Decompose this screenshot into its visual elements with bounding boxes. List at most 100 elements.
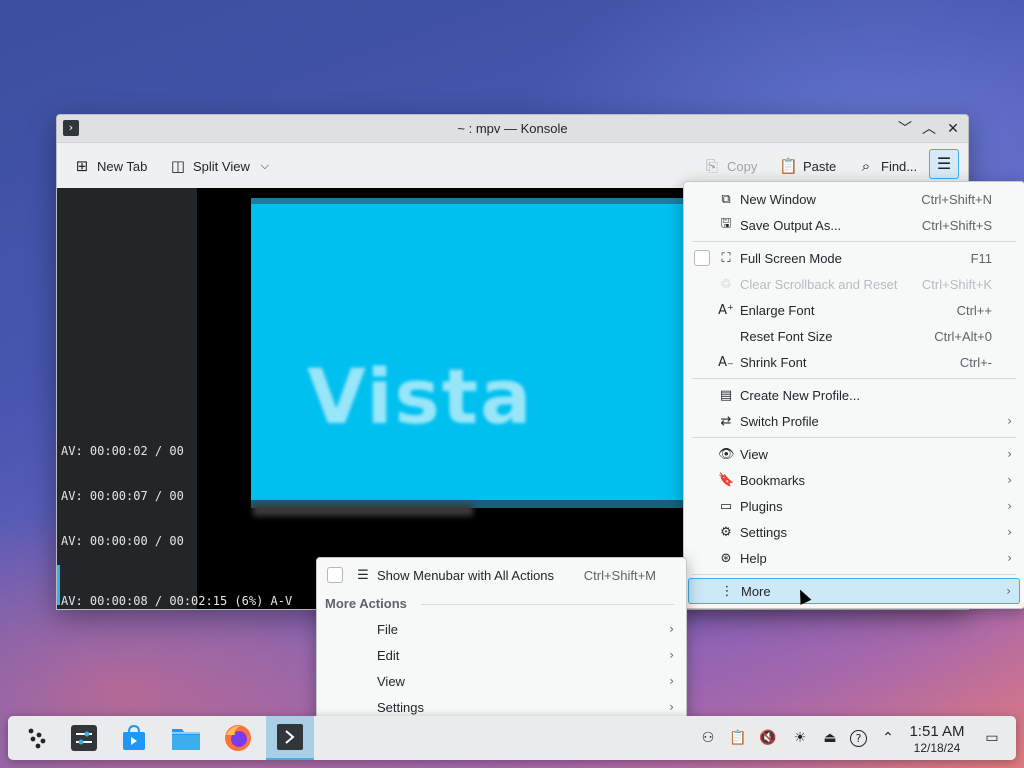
settings-icon: ⚙ [720,524,732,540]
menu-separator [692,241,1016,242]
menu-item-reset-font-size[interactable]: Reset Font Size Ctrl+Alt+0 [688,323,1020,349]
menu-item-help[interactable]: ⊛ Help › [688,545,1020,571]
menu-item-clear-scrollback: ♲ Clear Scrollback and Reset Ctrl+Shift+… [688,271,1020,297]
find-button[interactable]: ⌕ Find... [857,155,917,177]
menu-item-view[interactable]: 👁 View › [688,441,1020,467]
app-launcher-button[interactable] [14,716,58,760]
new-tab-button[interactable]: ⊞ New Tab [73,155,148,177]
submenu-item-view[interactable]: View › [321,668,682,694]
konsole-task-button[interactable] [266,716,314,760]
title-bar[interactable]: › ~ : mpv — Konsole ﹀ ︿ ✕ [57,115,968,143]
menu-item-more[interactable]: ⋮ More › [688,578,1020,604]
firefox-button[interactable] [216,716,260,760]
chevron-down-icon[interactable]: ⌵ [256,159,274,173]
more-vertical-icon: ⋮ [720,583,734,599]
menu-item-label: Enlarge Font [740,302,815,318]
find-label: Find... [881,158,918,174]
clear-icon: ♲ [720,276,732,292]
menu-item-shortcut: Ctrl+Shift+S [921,217,992,233]
menu-item-settings[interactable]: ⚙ Settings › [688,519,1020,545]
konsole-icon [277,724,303,750]
menu-item-label: Plugins [740,498,783,514]
split-view-label: Split View [193,158,250,174]
menu-item-label: Reset Font Size [740,328,833,344]
chevron-right-icon: › [669,622,674,636]
enlarge-font-icon: A⁺ [718,302,734,318]
hamburger-menu-button[interactable]: ☰ [929,149,959,179]
menu-item-full-screen[interactable]: ⛶ Full Screen Mode F11 [688,245,1020,271]
clipboard-icon[interactable]: 📋 [728,728,748,748]
minimize-button[interactable]: ﹀ [895,119,915,139]
help-icon: ⊛ [720,550,732,566]
menu-separator [692,437,1016,438]
menubar-icon: ☰ [357,567,369,583]
discover-button[interactable] [112,716,156,760]
clock-date[interactable]: 12/18/24 [904,741,970,755]
brightness-icon[interactable]: ☀ [790,728,810,748]
menu-item-label: Save Output As... [740,217,842,233]
menu-item-switch-profile[interactable]: ⇄ Switch Profile › [688,408,1020,434]
chevron-right-icon: › [1007,414,1012,428]
menu-item-label: Settings [740,524,787,540]
menu-item-enlarge-font[interactable]: A⁺ Enlarge Font Ctrl++ [688,297,1020,323]
more-submenu: ☰ Show Menubar with All Actions Ctrl+Shi… [316,557,687,723]
volume-muted-icon[interactable]: 🔇 [758,728,778,748]
chevron-right-icon: › [1007,551,1012,565]
chevron-right-icon: › [1007,525,1012,539]
submenu-item-edit[interactable]: Edit › [321,642,682,668]
chevron-right-icon: › [669,674,674,688]
show-menubar-checkbox[interactable] [327,567,343,583]
terminal-line: AV: 00:00:02 / 00 [61,444,184,458]
close-button[interactable]: ✕ [943,119,963,139]
menu-item-shortcut: Ctrl++ [956,302,992,318]
terminal-cursor [57,565,60,605]
discover-icon [123,724,145,750]
network-icon[interactable]: ⚇ [698,728,718,748]
paste-button[interactable]: 📋 Paste [779,155,836,177]
usb-device-icon[interactable]: ⏏ [820,728,840,748]
file-manager-button[interactable] [164,716,208,760]
menu-item-label: Edit [377,647,400,663]
copy-button[interactable]: ⎘ Copy [703,155,757,177]
menu-item-new-window[interactable]: ⧉ New Window Ctrl+Shift+N [688,186,1020,212]
split-view-button[interactable]: ◫ Split View ⌵ [169,155,274,177]
menu-item-create-profile[interactable]: ▤ Create New Profile... [688,382,1020,408]
menu-item-label: Switch Profile [740,413,819,429]
chevron-right-icon: › [669,648,674,662]
help-icon[interactable]: ? [850,730,867,747]
terminal-line: AV: 00:00:08 / 00:02:15 (6%) A-V [61,594,293,608]
menu-item-label: Clear Scrollback and Reset [740,276,898,292]
window-title: ~ : mpv — Konsole [457,121,568,136]
clock-time[interactable]: 1:51 AM [904,723,970,740]
menu-item-shortcut: Ctrl+Shift+N [921,191,992,207]
terminal-line: AV: 00:00:07 / 00 [61,489,184,503]
chevron-right-icon: › [1007,447,1012,461]
menu-item-plugins[interactable]: ▭ Plugins › [688,493,1020,519]
terminal-line: AV: 00:00:00 / 00 [61,534,184,548]
menu-item-label: View [377,673,405,689]
menu-item-save-output[interactable]: 🖫 Save Output As... Ctrl+Shift+S [688,212,1020,238]
taskbar: ⚇ 📋 🔇 ☀ ⏏ ? ⌃ 1:51 AM 12/18/24 ▭ [8,716,1016,760]
submenu-item-file[interactable]: File › [321,616,682,642]
split-view-icon: ◫ [170,157,186,175]
menu-item-label: Shrink Font [740,354,807,370]
show-desktop-icon[interactable]: ▭ [982,728,1002,748]
video-text: Vista [307,352,534,441]
menu-item-label: Create New Profile... [740,387,860,403]
chevron-up-icon[interactable]: ⌃ [878,728,898,748]
maximize-button[interactable]: ︿ [919,119,939,139]
firefox-icon [225,725,251,751]
eye-icon: 👁 [718,446,735,462]
menu-item-shrink-font[interactable]: A₋ Shrink Font Ctrl+- [688,349,1020,375]
full-screen-checkbox[interactable] [694,250,710,266]
menu-item-shortcut: Ctrl+- [959,354,992,370]
new-tab-label: New Tab [97,158,148,174]
hamburger-icon: ☰ [936,154,952,173]
menu-item-show-menubar[interactable]: ☰ Show Menubar with All Actions Ctrl+Shi… [321,562,682,588]
chevron-right-icon: › [1007,473,1012,487]
main-menu: ⧉ New Window Ctrl+Shift+N 🖫 Save Output … [683,181,1024,609]
fullscreen-icon: ⛶ [721,250,731,266]
menu-item-bookmarks[interactable]: 🔖 Bookmarks › [688,467,1020,493]
new-window-icon: ⧉ [721,191,731,207]
system-settings-button[interactable] [62,716,106,760]
